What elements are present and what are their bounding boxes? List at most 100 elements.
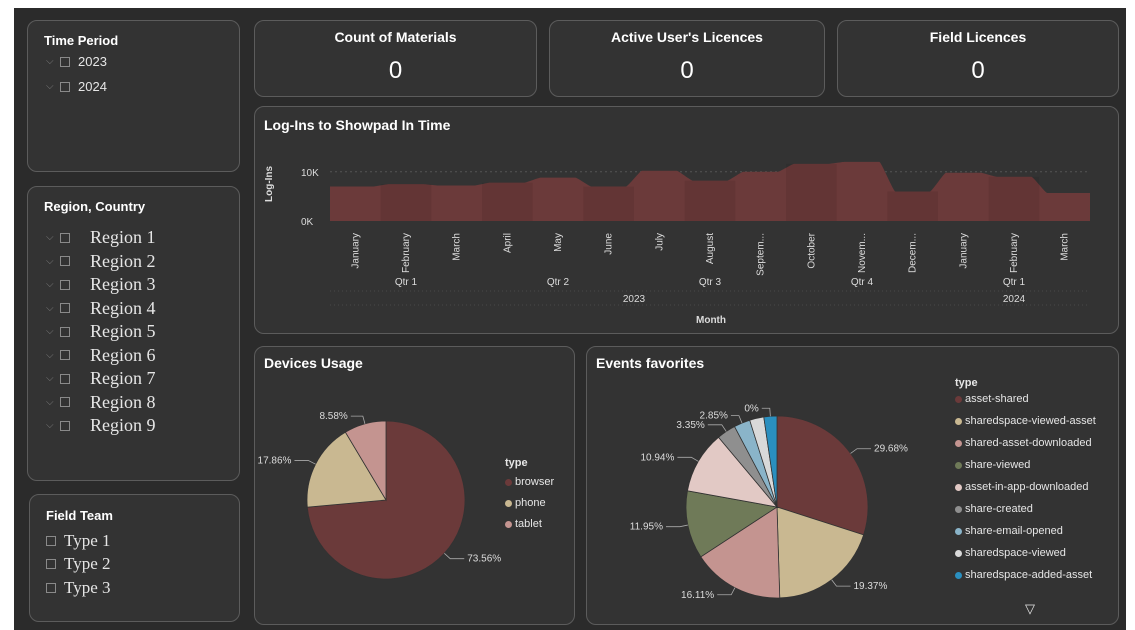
legend-item[interactable]: sharedspace-viewed [955, 547, 1066, 559]
field-team-item[interactable]: Type 2 [46, 554, 111, 574]
field-team-slicer: Field Team Type 1 Type 2 Type 3 [29, 494, 240, 622]
month-tick-label: August [705, 233, 716, 264]
area-band [786, 163, 837, 221]
region-item[interactable]: ⌵ Region 1 [46, 227, 156, 248]
field-team-item[interactable]: Type 1 [46, 531, 111, 551]
login-chart-panel: Log-Ins to Showpad In Time 10K 0K Log-Ins J… [254, 106, 1119, 334]
checkbox[interactable] [60, 397, 70, 407]
chevron-down-icon[interactable]: ⌵ [46, 373, 60, 384]
legend-item[interactable]: asset-shared [955, 393, 1029, 405]
legend-item[interactable]: share-created [955, 503, 1033, 515]
region-label: Region 4 [90, 297, 156, 318]
checkbox[interactable] [60, 279, 70, 290]
month-tick-label: May [553, 233, 564, 252]
legend-label: sharedspace-viewed [965, 547, 1066, 559]
region-item[interactable]: ⌵ Region 2 [46, 251, 156, 272]
data-label: 8.58% [319, 411, 347, 422]
region-item[interactable]: ⌵ Region 8 [46, 392, 156, 413]
region-label: Region 8 [90, 391, 156, 412]
month-tick-label: March [452, 233, 463, 261]
legend-item[interactable]: share-email-opened [955, 525, 1063, 537]
devices-legend: type browser phone tablet [505, 457, 571, 537]
legend-item[interactable]: sharedspace-added-asset [955, 569, 1092, 581]
x-axis-label: Month [696, 315, 726, 326]
events-favorites-panel: Events favorites 29.68% 19.37% 16.11% 11.95… [586, 346, 1119, 625]
checkbox[interactable] [60, 56, 70, 67]
region-label: Region 2 [90, 250, 156, 271]
legend-item[interactable]: asset-in-app-downloaded [955, 481, 1089, 493]
time-period-label: 2023 [78, 54, 107, 69]
region-label: Region 1 [90, 227, 156, 247]
time-period-item-2024[interactable]: ⌵ 2024 [46, 79, 107, 94]
chevron-down-icon[interactable]: ⌵ [46, 420, 60, 431]
region-label: Region 6 [90, 344, 156, 365]
chevron-down-icon[interactable]: ⌵ [46, 279, 60, 290]
legend-label: phone [515, 497, 546, 509]
leader-line [677, 456, 699, 462]
region-item[interactable]: ⌵ Region 4 [46, 298, 156, 319]
legend-dot [955, 505, 962, 513]
chevron-down-icon[interactable]: ⌵ [46, 350, 60, 361]
checkbox[interactable] [46, 559, 56, 569]
year-tick-label: 2023 [623, 294, 646, 305]
month-tick-label: March [1060, 233, 1071, 261]
chevron-down-icon[interactable]: ⌵ [46, 81, 60, 92]
kpi-value: 0 [388, 57, 403, 84]
legend-item-tablet[interactable]: tablet [505, 518, 542, 530]
legend-item-phone[interactable]: phone [505, 497, 546, 509]
time-period-item-2023[interactable]: ⌵ 2023 [46, 54, 107, 69]
kpi-title: Count of Materials [334, 29, 457, 45]
chevron-down-icon[interactable]: ⌵ [46, 256, 60, 267]
region-item[interactable]: ⌵ Region 6 [46, 345, 156, 366]
legend-dot [955, 395, 962, 403]
checkbox[interactable] [46, 536, 56, 546]
month-tick-label: July [654, 233, 665, 251]
region-item[interactable]: ⌵ Region 9 [46, 415, 156, 436]
checkbox[interactable] [46, 583, 56, 593]
dashboard-canvas: Time Period ⌵ 2023 ⌵ 2024 Region, Countr… [14, 8, 1126, 630]
chevron-down-icon[interactable]: ⌵ [46, 303, 60, 314]
data-label: 17.86% [258, 456, 292, 467]
leader-line [665, 524, 688, 528]
legend-dot [955, 549, 962, 557]
legend-item[interactable]: share-viewed [955, 459, 1030, 471]
data-label: 16.11% [681, 590, 714, 601]
field-team-item[interactable]: Type 3 [46, 578, 111, 598]
area-band [583, 186, 634, 221]
area-band [380, 184, 432, 221]
quarter-tick-label: Qtr 1 [1003, 277, 1026, 288]
legend-label: share-viewed [965, 459, 1031, 471]
chevron-down-icon[interactable]: ⌵ [46, 56, 60, 67]
chevron-down-icon[interactable]: ⌵ [46, 326, 60, 337]
checkbox[interactable] [60, 81, 70, 92]
chevron-down-icon[interactable]: ⌵ [46, 397, 60, 408]
region-item[interactable]: ⌵ Region 7 [46, 368, 156, 389]
field-team-title: Field Team [46, 508, 113, 523]
legend-scroll-down-icon[interactable]: ▽ [1025, 601, 1035, 617]
checkbox[interactable] [60, 256, 70, 266]
checkbox[interactable] [60, 373, 70, 384]
quarter-tick-label: Qtr 1 [395, 277, 418, 288]
legend-item[interactable]: sharedspace-viewed-asset [955, 415, 1096, 427]
checkbox[interactable] [60, 350, 70, 360]
checkbox[interactable] [60, 232, 70, 243]
region-item[interactable]: ⌵ Region 3 [46, 274, 156, 295]
legend-item[interactable]: shared-asset-downloaded [955, 437, 1092, 449]
legend-item-browser[interactable]: browser [505, 476, 554, 488]
legend-label: asset-shared [965, 393, 1029, 405]
leader-line [294, 460, 316, 465]
region-item[interactable]: ⌵ Region 5 [46, 321, 156, 342]
legend-dot [505, 520, 512, 528]
checkbox[interactable] [60, 326, 70, 337]
y-axis-label: Log-Ins [264, 165, 275, 202]
time-period-slicer: Time Period ⌵ 2023 ⌵ 2024 [27, 20, 240, 172]
legend-label: browser [515, 476, 555, 488]
data-label: 0% [744, 403, 759, 414]
checkbox[interactable] [60, 420, 70, 431]
checkbox[interactable] [60, 303, 70, 313]
month-tick-label: April [502, 233, 513, 253]
legend-dot [505, 478, 512, 486]
y-tick-label: 10K [301, 168, 319, 179]
chevron-down-icon[interactable]: ⌵ [46, 232, 60, 243]
quarter-tick-label: Qtr 2 [547, 277, 570, 288]
